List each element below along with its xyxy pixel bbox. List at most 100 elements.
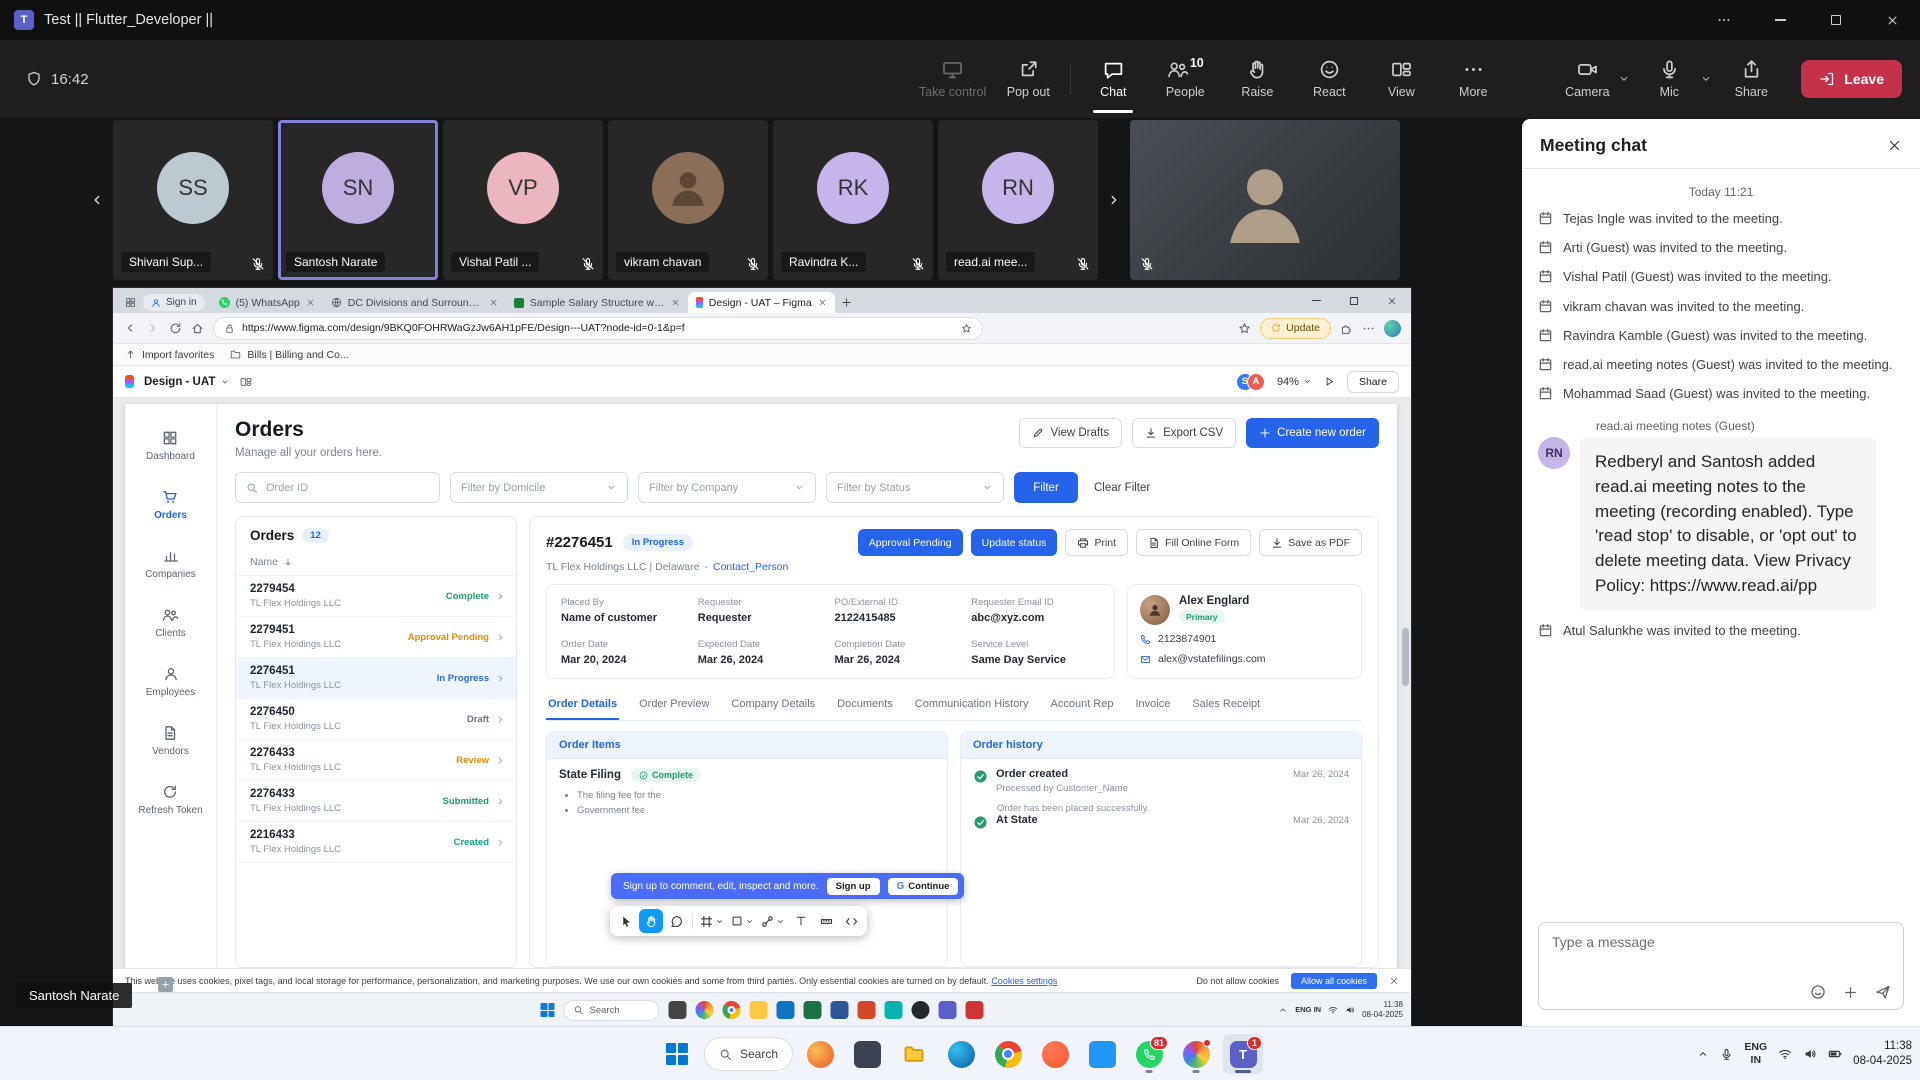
start-button[interactable] — [657, 1034, 697, 1074]
figma-share-button[interactable]: Share — [1347, 371, 1399, 393]
shared-search-box[interactable]: Search — [564, 1000, 660, 1021]
print-button[interactable]: Print — [1065, 529, 1128, 556]
chat-messages[interactable]: Today 11:21 Tejas Ingle was invited to t… — [1522, 169, 1920, 912]
contact-email[interactable]: alex@vstatefilings.com — [1140, 653, 1349, 665]
browser-tab[interactable]: DC Divisions and Surroundings — [323, 292, 506, 313]
close-tab-icon[interactable] — [489, 298, 498, 307]
outlook-app-icon[interactable] — [777, 1001, 795, 1019]
file-explorer-icon[interactable] — [894, 1034, 934, 1074]
chrome-app-icon[interactable] — [988, 1034, 1028, 1074]
sidebar-item-employees[interactable]: Employees — [146, 666, 195, 698]
volume-icon[interactable] — [1345, 1005, 1355, 1015]
wifi-icon[interactable] — [1778, 1047, 1792, 1061]
participant-tile-speaking[interactable]: SN Santosh Narate — [278, 120, 438, 280]
people-button[interactable]: 10 People — [1149, 40, 1221, 118]
tab-order-details[interactable]: Order Details — [546, 691, 619, 720]
edge-app-icon[interactable] — [941, 1034, 981, 1074]
tab-actions-icon[interactable] — [119, 292, 141, 313]
order-row-selected[interactable]: 2276451TL Flex Holdings LLC In Progress — [236, 658, 516, 699]
browser-signin-button[interactable]: Sign in — [143, 294, 205, 311]
signup-button[interactable]: Sign up — [827, 878, 880, 895]
bookmark-star-icon[interactable] — [961, 323, 972, 334]
chat-button[interactable]: Chat — [1077, 40, 1149, 118]
browser-tab[interactable]: Sample Salary Structure with cal... — [506, 292, 688, 313]
close-chat-button[interactable] — [1887, 138, 1902, 153]
canvas-scrollbar[interactable] — [1402, 518, 1409, 948]
export-csv-button[interactable]: Export CSV — [1132, 418, 1236, 448]
extensions-puzzle-icon[interactable] — [1340, 322, 1353, 335]
clear-filter-button[interactable]: Clear Filter — [1094, 482, 1150, 494]
list-column-header[interactable]: Name — [236, 551, 516, 576]
order-row[interactable]: 2279451TL Flex Holdings LLC Approval Pen… — [236, 617, 516, 658]
hand-tool-icon[interactable] — [639, 909, 663, 933]
excel-app-icon[interactable] — [804, 1001, 822, 1019]
filter-company-select[interactable]: Filter by Company — [638, 472, 816, 503]
code-tool-icon[interactable] — [839, 909, 863, 933]
layout-icon[interactable] — [240, 376, 252, 388]
pop-out-button[interactable]: Pop out — [992, 40, 1064, 118]
minimize-button[interactable] — [1752, 0, 1808, 40]
photos-app-icon[interactable] — [696, 1001, 714, 1019]
ruler-tool-icon[interactable] — [814, 909, 838, 933]
google-continue-button[interactable]: G Continue — [888, 878, 959, 895]
next-participants-button[interactable] — [1103, 120, 1125, 280]
sidebar-item-vendors[interactable]: Vendors — [152, 725, 189, 757]
mic-button[interactable]: Mic — [1633, 40, 1705, 118]
clock[interactable]: 11:38 08-04-2025 — [1853, 1039, 1912, 1069]
order-row[interactable]: 2276433TL Flex Holdings LLC Submitted — [236, 781, 516, 822]
back-icon[interactable] — [123, 321, 137, 335]
participant-tile-video[interactable] — [1130, 120, 1400, 280]
view-drafts-button[interactable]: View Drafts — [1019, 418, 1122, 448]
browser-menu-icon[interactable] — [1362, 322, 1375, 335]
fill-online-form-button[interactable]: Fill Online Form — [1136, 529, 1251, 556]
cookie-settings-link[interactable]: Cookies settings — [991, 976, 1057, 986]
wifi-icon[interactable] — [1328, 1005, 1338, 1015]
close-tab-icon[interactable] — [671, 298, 680, 307]
collaborator-avatar[interactable]: A — [1247, 373, 1265, 391]
zoom-control[interactable]: 94% — [1277, 376, 1312, 388]
taskbar-search-box[interactable]: Search — [704, 1037, 793, 1071]
participant-tile[interactable]: RK Ravindra K... — [773, 120, 933, 280]
browser-maximize-button[interactable] — [1335, 288, 1373, 313]
github-app-icon[interactable] — [912, 1001, 930, 1019]
tab-order-preview[interactable]: Order Preview — [637, 691, 711, 720]
text-tool-icon[interactable] — [789, 909, 813, 933]
mic-tray-icon[interactable] — [1720, 1048, 1733, 1061]
battery-icon[interactable] — [1828, 1047, 1842, 1061]
previous-participants-button[interactable] — [86, 120, 108, 280]
figma-canvas[interactable]: Dashboard Orders Companies Clients Emplo… — [113, 398, 1411, 968]
explorer-app-icon[interactable] — [750, 1001, 768, 1019]
deny-cookies-button[interactable]: Do not allow cookies — [1196, 976, 1279, 986]
participant-tile[interactable]: VP Vishal Patil ... — [443, 120, 603, 280]
browser-minimize-button[interactable] — [1297, 288, 1335, 313]
attach-plus-icon[interactable] — [1843, 985, 1858, 1000]
chrome-app-icon[interactable] — [723, 1001, 741, 1019]
sidebar-item-orders[interactable]: Orders — [154, 489, 187, 521]
send-icon[interactable] — [1875, 984, 1891, 1000]
tab-documents[interactable]: Documents — [835, 691, 895, 720]
raise-hand-button[interactable]: Raise — [1221, 40, 1293, 118]
home-icon[interactable] — [191, 322, 204, 335]
pdf-app-icon[interactable] — [966, 1001, 984, 1019]
present-play-icon[interactable] — [1324, 376, 1335, 387]
teams-app-icon[interactable]: 1 — [1223, 1034, 1263, 1074]
browser-tab[interactable]: (5) WhatsApp — [211, 292, 323, 313]
frame-tool-icon[interactable] — [697, 909, 727, 933]
browser-tab-active[interactable]: Design - UAT – Figma — [688, 292, 835, 313]
order-row[interactable]: 2276433TL Flex Holdings LLC Review — [236, 740, 516, 781]
leave-button[interactable]: Leave — [1801, 60, 1902, 98]
share-button[interactable]: Share — [1715, 40, 1787, 118]
app-icon[interactable] — [669, 1001, 687, 1019]
vscode-app-icon[interactable] — [1082, 1034, 1122, 1074]
file-menu-chevron-icon[interactable] — [220, 377, 230, 387]
sidebar-item-companies[interactable]: Companies — [145, 548, 196, 580]
word-app-icon[interactable] — [831, 1001, 849, 1019]
filter-apply-button[interactable]: Filter — [1014, 472, 1078, 503]
participant-tile[interactable]: RN read.ai mee... — [938, 120, 1098, 280]
sidebar-item-dashboard[interactable]: Dashboard — [146, 430, 195, 462]
address-bar[interactable]: https://www.figma.com/design/9BKQ0FOHRWa… — [213, 317, 983, 340]
refresh-icon[interactable] — [169, 322, 182, 335]
allow-cookies-button[interactable]: Allow all cookies — [1291, 973, 1377, 989]
contact-phone[interactable]: 2123874901 — [1140, 633, 1349, 645]
app-icon[interactable] — [847, 1034, 887, 1074]
